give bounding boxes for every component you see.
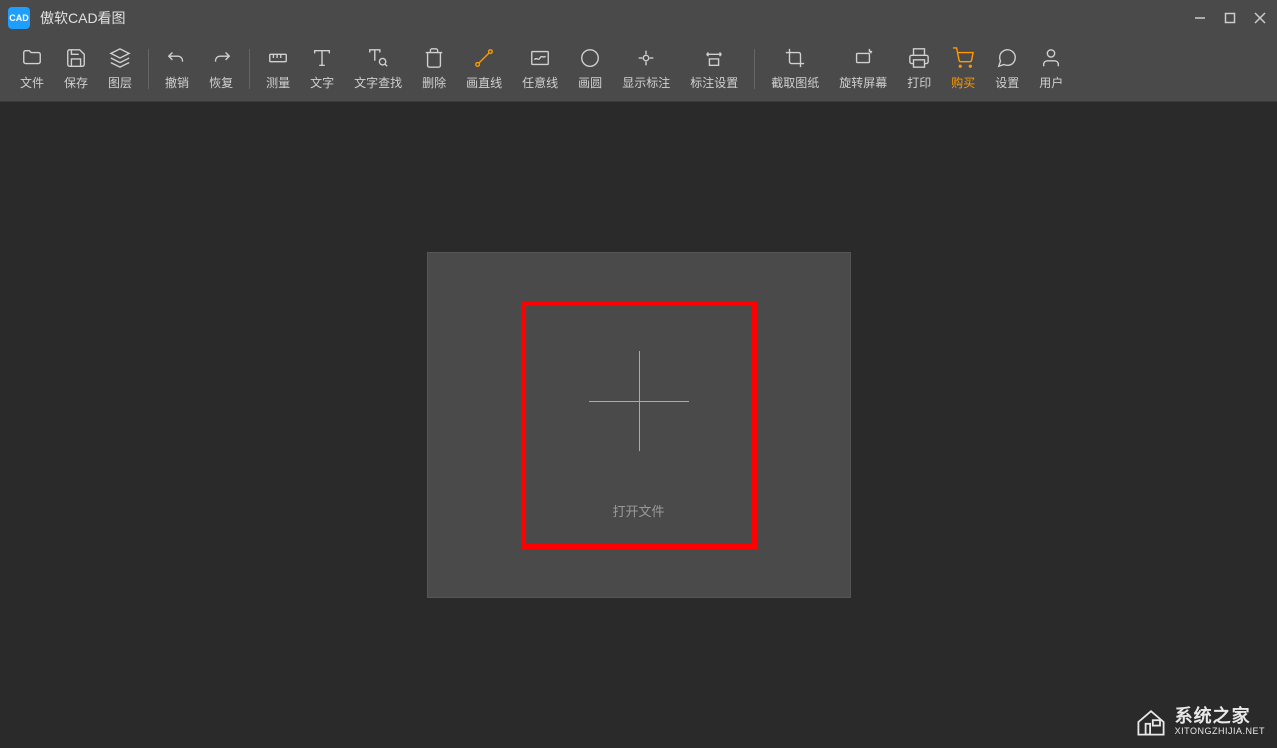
toolbar-label: 图层	[108, 74, 132, 91]
circle-button[interactable]: 画圆	[568, 42, 612, 95]
open-file-button[interactable]: 打开文件	[521, 301, 757, 549]
annotation-settings-icon	[702, 46, 726, 70]
show-annotation-button[interactable]: 显示标注	[612, 42, 680, 95]
toolbar-label: 文字查找	[354, 74, 402, 91]
user-icon	[1039, 46, 1063, 70]
toolbar-label: 设置	[995, 74, 1019, 91]
toolbar-label: 标注设置	[690, 74, 738, 91]
app-logo-icon: CAD	[8, 7, 30, 29]
line-icon	[472, 46, 496, 70]
toolbar-label: 截取图纸	[771, 74, 819, 91]
cart-icon	[951, 46, 975, 70]
folder-icon	[20, 46, 44, 70]
polyline-icon	[528, 46, 552, 70]
drop-zone: 打开文件	[427, 252, 851, 598]
file-button[interactable]: 文件	[10, 42, 54, 95]
toolbar-label: 保存	[64, 74, 88, 91]
toolbar-label: 测量	[266, 74, 290, 91]
toolbar-label: 显示标注	[622, 74, 670, 91]
toolbar-label: 删除	[422, 74, 446, 91]
open-file-label: 打开文件	[612, 501, 664, 520]
trash-icon	[422, 46, 446, 70]
annotation-settings-button[interactable]: 标注设置	[680, 42, 748, 95]
layer-button[interactable]: 图层	[98, 42, 142, 95]
separator	[148, 49, 149, 89]
measure-button[interactable]: 测量	[256, 42, 300, 95]
delete-button[interactable]: 删除	[412, 42, 456, 95]
separator	[249, 49, 250, 89]
user-button[interactable]: 用户	[1029, 42, 1073, 95]
titlebar: CAD 傲软CAD看图	[0, 0, 1277, 36]
print-icon	[907, 46, 931, 70]
print-button[interactable]: 打印	[897, 42, 941, 95]
save-icon	[64, 46, 88, 70]
capture-button[interactable]: 截取图纸	[761, 42, 829, 95]
watermark-logo-icon	[1133, 704, 1169, 740]
plus-icon	[589, 351, 689, 451]
watermark: 系统之家 XITONGZHIJIA.NET	[1133, 704, 1265, 740]
text-icon	[310, 46, 334, 70]
toolbar-label: 撤销	[165, 74, 189, 91]
crop-icon	[783, 46, 807, 70]
maximize-button[interactable]	[1221, 9, 1239, 27]
layers-icon	[108, 46, 132, 70]
canvas-area: 打开文件	[0, 102, 1277, 748]
rotate-icon	[851, 46, 875, 70]
text-search-icon	[366, 46, 390, 70]
undo-icon	[165, 46, 189, 70]
toolbar-label: 打印	[907, 74, 931, 91]
undo-button[interactable]: 撤销	[155, 42, 199, 95]
toolbar: 文件 保存 图层 撤销 恢复 测量 文字	[0, 36, 1277, 102]
chat-icon	[995, 46, 1019, 70]
toolbar-label: 任意线	[522, 74, 558, 91]
toolbar-label: 恢复	[209, 74, 233, 91]
save-button[interactable]: 保存	[54, 42, 98, 95]
app-title: 傲软CAD看图	[40, 8, 1191, 28]
watermark-url: XITONGZHIJIA.NET	[1175, 727, 1265, 737]
minimize-button[interactable]	[1191, 9, 1209, 27]
watermark-title: 系统之家	[1175, 707, 1265, 727]
redo-icon	[209, 46, 233, 70]
toolbar-label: 画直线	[466, 74, 502, 91]
separator	[754, 49, 755, 89]
settings-button[interactable]: 设置	[985, 42, 1029, 95]
circle-icon	[578, 46, 602, 70]
close-button[interactable]	[1251, 9, 1269, 27]
annotation-icon	[634, 46, 658, 70]
window-controls	[1191, 9, 1269, 27]
polyline-button[interactable]: 任意线	[512, 42, 568, 95]
text-button[interactable]: 文字	[300, 42, 344, 95]
toolbar-label: 购买	[951, 74, 975, 91]
redo-button[interactable]: 恢复	[199, 42, 243, 95]
buy-button[interactable]: 购买	[941, 42, 985, 95]
toolbar-label: 旋转屏幕	[839, 74, 887, 91]
toolbar-label: 画圆	[578, 74, 602, 91]
toolbar-label: 文件	[20, 74, 44, 91]
text-find-button[interactable]: 文字查找	[344, 42, 412, 95]
toolbar-label: 用户	[1039, 74, 1063, 91]
ruler-icon	[266, 46, 290, 70]
rotate-button[interactable]: 旋转屏幕	[829, 42, 897, 95]
toolbar-label: 文字	[310, 74, 334, 91]
line-button[interactable]: 画直线	[456, 42, 512, 95]
